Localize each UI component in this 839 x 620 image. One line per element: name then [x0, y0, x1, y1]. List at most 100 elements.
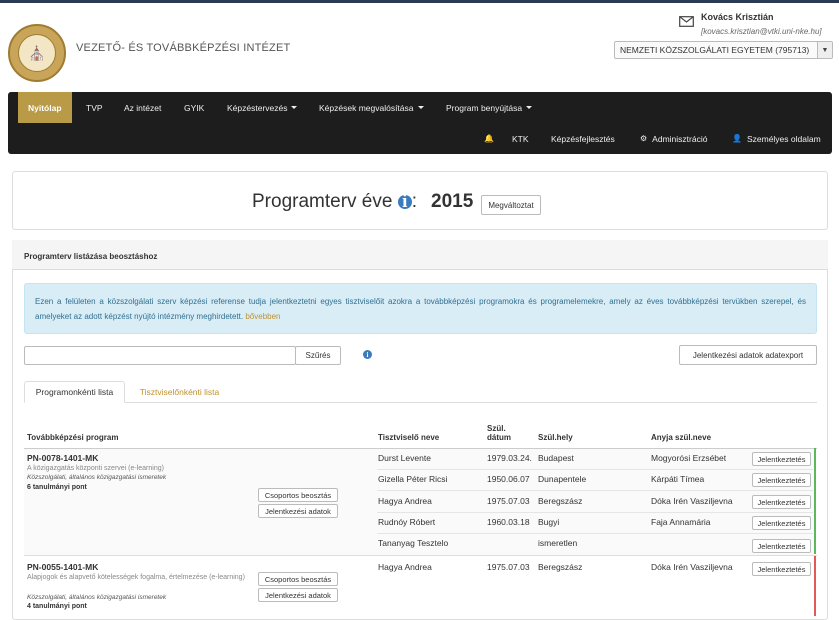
birth-place: Bugyi [538, 517, 560, 527]
info-alert: Ezen a felületen a közszolgálati szerv k… [24, 283, 817, 334]
column-header-dob-line1: Szül. [487, 424, 506, 433]
registration-data-button[interactable]: Jelentkezési adatok [258, 588, 338, 602]
row-divider [377, 512, 813, 513]
birth-place: Beregszász [538, 562, 583, 572]
export-button[interactable]: Jelentkezési adatok adatexport [679, 345, 817, 365]
program-code: PN-0078-1401-MK [27, 453, 99, 463]
register-button[interactable]: Jelentkeztetés [752, 473, 811, 487]
column-header-dob-line2: dátum [487, 433, 511, 442]
birth-place: ismeretlen [538, 538, 578, 548]
official-name: Tananyag Tesztelo [378, 538, 449, 548]
nav-item-faq[interactable]: GYIK [184, 92, 204, 123]
register-button[interactable]: Jelentkeztetés [752, 452, 811, 466]
nav-item-label: Program benyújtása [446, 102, 523, 113]
column-header-name: Tisztviselő neve [378, 433, 440, 442]
chevron-down-icon: ▼ [817, 42, 832, 58]
nav-item-ktk[interactable]: KTK [512, 123, 529, 154]
top-strip [0, 0, 839, 3]
nav-item-label: TVP [86, 102, 103, 113]
status-indicator-warning [814, 556, 816, 616]
program-description: Alapjogok és alapvető kötelességek fogal… [27, 574, 245, 581]
nav-item-training-development[interactable]: Képzésfejlesztés [551, 123, 615, 154]
nav-item-label: Képzések megvalósítása [319, 102, 414, 113]
nav-item-label: Képzésfejlesztés [551, 133, 615, 144]
program-points: 6 tanulmányi pont [27, 484, 87, 491]
organization-select-value: NEMZETI KÖZSZOLGÁLATI EGYETEM (795713) [620, 45, 810, 55]
program-list-title: Programterv listázása beosztáshoz [24, 252, 158, 261]
group-assign-button[interactable]: Csoportos beosztás [258, 572, 338, 586]
registration-data-button[interactable]: Jelentkezési adatok [258, 504, 338, 518]
nav-item-notifications[interactable]: 🔔 [484, 123, 499, 154]
official-name: Gizella Péter Ricsi [378, 474, 448, 484]
info-icon[interactable]: i [397, 191, 412, 212]
user-name[interactable]: Kovács Krisztián [701, 12, 774, 22]
official-name: Durst Levente [378, 453, 431, 463]
register-button[interactable]: Jelentkeztetés [752, 539, 811, 553]
official-name: Rudnóy Róbert [378, 517, 436, 527]
mail-icon[interactable] [679, 16, 694, 27]
status-indicator-ok [814, 448, 816, 554]
program-description: A közigazgatás központi szervei (e-learn… [27, 465, 164, 472]
program-group-divider [24, 555, 817, 556]
birth-date: 1975.07.03 [487, 496, 530, 506]
filter-button[interactable]: Szűrés [295, 346, 341, 365]
mother-name: Dóka Irén Vasziljevna [651, 562, 733, 572]
info-icon[interactable]: i [363, 350, 372, 359]
official-name: Hagya Andrea [378, 562, 432, 572]
user-email: [kovacs.krisztian@vtki.uni-nke.hu] [701, 27, 822, 36]
organization-select[interactable]: NEMZETI KÖZSZOLGÁLATI EGYETEM (795713) ▼ [614, 41, 833, 59]
nav-item-label: Személyes oldalam [746, 133, 821, 144]
birth-place: Beregszász [538, 496, 583, 506]
mother-name: Mogyorósi Erzsébet [651, 453, 727, 463]
tab-by-official[interactable]: Tisztviselőnkénti lista [132, 381, 227, 403]
row-divider [377, 490, 813, 491]
mother-name: Dóka Irén Vasziljevna [651, 496, 733, 506]
nav-item-personal-page[interactable]: 👤 Személyes oldalam [732, 123, 821, 154]
nav-item-label: GYIK [184, 102, 205, 113]
caret-down-icon [526, 106, 533, 109]
program-category: Közszolgálati, általános közigazgatási i… [27, 594, 167, 601]
nav-item-label: Nyitólap [28, 102, 62, 113]
nav-item-institute[interactable]: Az intézet [124, 92, 161, 123]
university-seal-logo[interactable]: ⛪ [8, 24, 66, 82]
nav-item-home[interactable]: Nyitólap [18, 92, 72, 123]
more-info-link[interactable]: bővebben [245, 312, 280, 321]
gear-icon: ⚙ [640, 134, 648, 143]
nav-item-tvp[interactable]: TVP [86, 92, 103, 123]
nav-item-label: Az intézet [124, 102, 162, 113]
birth-place: Budapest [538, 453, 574, 463]
user-icon: 👤 [732, 134, 742, 143]
bell-icon: 🔔 [484, 134, 494, 143]
nav-item-label: Képzéstervezés [227, 102, 288, 113]
program-year-label: Programterv éve i: [252, 191, 417, 213]
register-button[interactable]: Jelentkeztetés [752, 516, 811, 530]
register-button[interactable]: Jelentkeztetés [752, 562, 811, 576]
nav-item-label: Adminisztráció [652, 133, 708, 144]
group-assign-button[interactable]: Csoportos beosztás [258, 488, 338, 502]
birth-place: Dunapentele [538, 474, 587, 484]
column-header-program: Továbbképzési program [27, 433, 119, 442]
caret-down-icon [417, 106, 424, 109]
info-alert-text: Ezen a felületen a közszolgálati szerv k… [35, 297, 806, 321]
tab-by-program[interactable]: Programonkénti lista [24, 381, 125, 403]
program-year-label-text: Programterv éve [252, 191, 393, 212]
nav-item-training-execution[interactable]: Képzések megvalósítása [319, 92, 424, 123]
nav-item-administration[interactable]: ⚙ Adminisztráció [640, 123, 707, 154]
row-divider [377, 469, 813, 470]
mother-name: Faja Annamária [651, 517, 711, 527]
institute-name: VEZETŐ- ÉS TOVÁBBKÉPZÉSI INTÉZET [76, 42, 291, 54]
program-code: PN-0055-1401-MK [27, 562, 99, 572]
column-header-mother-name: Anyja szül.neve [651, 433, 712, 442]
program-year-value: 2015 [431, 191, 474, 212]
filter-input[interactable] [24, 346, 296, 365]
official-name: Hagya Andrea [378, 496, 432, 506]
change-year-button[interactable]: Megváltoztat [481, 195, 541, 215]
mother-name: Kárpáti Tímea [651, 474, 705, 484]
register-button[interactable]: Jelentkeztetés [752, 495, 811, 509]
column-header-birthplace: Szül.hely [538, 433, 573, 442]
program-category: Közszolgálati, általános közigazgatási i… [27, 474, 167, 481]
year-panel [12, 171, 828, 230]
nav-item-program-submission[interactable]: Program benyújtása [446, 92, 533, 123]
program-year-colon: : [411, 191, 418, 212]
nav-item-training-planning[interactable]: Képzéstervezés [227, 92, 298, 123]
